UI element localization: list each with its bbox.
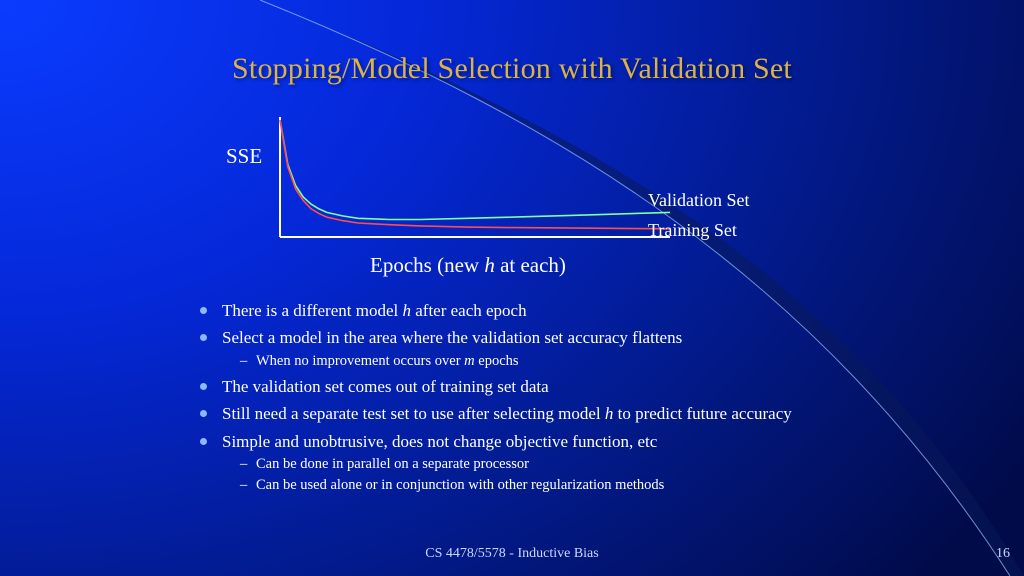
footer-text: CS 4478/5578 - Inductive Bias	[0, 546, 1024, 562]
sub-bullet-item: Can be done in parallel on a separate pr…	[222, 455, 838, 474]
chart-ylabel: SSE	[226, 144, 262, 169]
chart-plot	[270, 112, 690, 252]
slide-title: Stopping/Model Selection with Validation…	[0, 52, 1024, 86]
bullet-item: Simple and unobtrusive, does not change …	[198, 431, 838, 496]
bullet-item: Still need a separate test set to use af…	[198, 403, 838, 425]
legend-training: Training Set	[648, 220, 737, 241]
series-validation-set	[280, 120, 670, 220]
slide: Stopping/Model Selection with Validation…	[0, 0, 1024, 576]
xlabel-pre: Epochs (new	[370, 253, 484, 277]
chart: SSE Validation Set Training Set Epochs (…	[230, 112, 790, 272]
page-number: 16	[996, 546, 1010, 562]
legend-validation: Validation Set	[648, 190, 750, 211]
sub-bullet-item: Can be used alone or in conjunction with…	[222, 476, 838, 495]
xlabel-ital: h	[484, 253, 495, 277]
bullet-item: The validation set comes out of training…	[198, 376, 838, 398]
bullet-item: Select a model in the area where the val…	[198, 327, 838, 371]
xlabel-post: at each)	[495, 253, 566, 277]
bullet-item: There is a different model h after each …	[198, 300, 838, 322]
chart-xlabel: Epochs (new h at each)	[370, 253, 566, 278]
bullet-list: There is a different model h after each …	[198, 300, 838, 501]
series-training-set	[280, 120, 670, 229]
sub-bullet-item: When no improvement occurs over m epochs	[222, 352, 838, 371]
